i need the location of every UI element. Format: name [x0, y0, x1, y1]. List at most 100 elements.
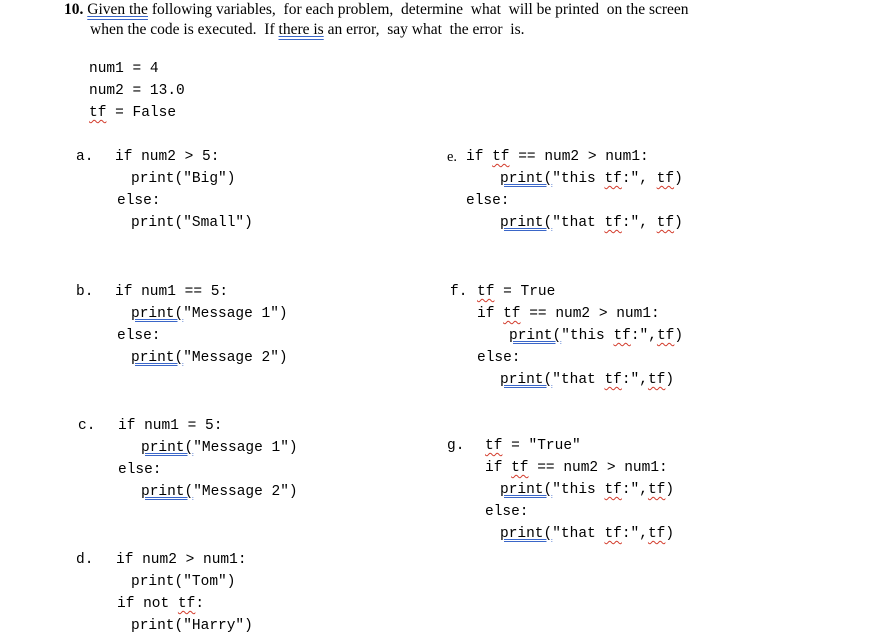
problem-label-f: f.: [450, 284, 468, 300]
variable-value: = False: [106, 105, 177, 121]
code-line: print("Tom"): [131, 574, 236, 590]
grammar-flagged-text: print(: [500, 171, 553, 187]
code-line: print("this tf:",tf): [509, 325, 683, 347]
code-text: ): [674, 215, 683, 231]
variable-num1: num1 = 4: [89, 61, 159, 77]
code-line: print("that tf:", tf): [500, 212, 683, 234]
code-line: print("Message 1"): [131, 303, 288, 325]
grammar-flagged-text: print(: [500, 372, 553, 388]
code-text: :",: [630, 328, 657, 344]
code-text: :",: [621, 372, 648, 388]
spellcheck-word: tf: [604, 215, 622, 231]
code-line: if tf == num2 > num1:: [477, 303, 660, 325]
grammar-flagged-text: there is: [278, 21, 324, 38]
code-text: "that: [552, 526, 605, 542]
code-line: if num2 > num1:: [116, 552, 247, 568]
code-text: if: [466, 149, 493, 165]
question-text: an error, say what the error is.: [323, 21, 525, 38]
spellcheck-word: tf: [492, 149, 510, 165]
code-text: ): [665, 482, 675, 498]
question-line-2: when the code is executed. If there is a…: [90, 21, 525, 39]
code-text: "Message 2"): [183, 350, 288, 366]
problem-label-e: e.: [447, 149, 458, 165]
grammar-flagged-text: print(: [500, 482, 553, 498]
problem-label-b: b.: [76, 284, 94, 300]
spellcheck-word: tf: [647, 526, 666, 542]
grammar-flagged-text: print(: [500, 215, 553, 231]
code-text: if not: [117, 596, 178, 612]
question-text: following variables, for each problem, d…: [147, 1, 689, 18]
spellcheck-word: tf: [604, 526, 622, 542]
code-text: if: [477, 306, 504, 322]
variable-tf: tf = False: [89, 102, 176, 124]
question-line-1: 10. Given the following variables, for e…: [64, 1, 689, 19]
variable-num2: num2 = 13.0: [89, 83, 185, 99]
spellcheck-word: tf: [604, 482, 622, 498]
code-text: ): [665, 372, 675, 388]
code-text: :",: [621, 526, 648, 542]
code-line: print("Big"): [131, 171, 236, 187]
code-text: == num2 > num1:: [509, 149, 649, 165]
spellcheck-word: tf: [656, 215, 675, 231]
grammar-flagged-text: print(: [509, 328, 562, 344]
code-line: print("Message 2"): [141, 481, 298, 503]
problem-label-d: d.: [76, 552, 94, 568]
code-text: "that: [552, 372, 605, 388]
code-text: "this: [552, 482, 605, 498]
code-line: if num1 == 5:: [115, 284, 229, 300]
code-line: print("that tf:",tf): [500, 369, 674, 391]
code-line: else:: [466, 193, 510, 209]
spellcheck-word: tf: [656, 171, 675, 187]
code-line: print("Message 1"): [141, 437, 298, 459]
spellcheck-word: tf: [485, 438, 503, 454]
grammar-flagged-text: print(: [131, 350, 184, 366]
spellcheck-word: tf: [613, 328, 631, 344]
code-line: print("Harry"): [131, 618, 253, 634]
spellcheck-word: tf: [511, 460, 529, 476]
grammar-flagged-text: Given the: [87, 1, 148, 18]
code-line: print("Message 2"): [131, 347, 288, 369]
code-line: tf = "True": [485, 435, 581, 457]
code-text: "Message 2"): [193, 484, 298, 500]
grammar-flagged-text: print(: [131, 306, 184, 322]
question-text: when the code is executed. If: [90, 21, 279, 38]
code-line: if not tf:: [117, 593, 204, 615]
code-text: :",: [621, 482, 648, 498]
code-text: :",: [621, 171, 657, 187]
code-line: print("Small"): [131, 215, 253, 231]
problem-label-a: a.: [76, 149, 94, 165]
grammar-flagged-text: print(: [141, 440, 194, 456]
code-text: "that: [552, 215, 605, 231]
code-text: "Message 1"): [193, 440, 298, 456]
code-text: :",: [621, 215, 657, 231]
problem-label-g: g.: [447, 438, 465, 454]
code-line: if tf == num2 > num1:: [485, 457, 668, 479]
question-number: 10.: [64, 1, 84, 18]
spellcheck-word: tf: [656, 328, 675, 344]
code-line: tf = True: [477, 281, 555, 303]
code-line: else:: [117, 193, 161, 209]
code-line: print("this tf:",tf): [500, 479, 674, 501]
spellcheck-word: tf: [477, 284, 495, 300]
spellcheck-word: tf: [177, 596, 196, 612]
spellcheck-word: tf: [503, 306, 521, 322]
code-line: print("this tf:", tf): [500, 168, 683, 190]
problem-label-c: c.: [78, 418, 96, 434]
code-text: = True: [494, 284, 556, 300]
code-text: ): [674, 328, 684, 344]
spellcheck-word: tf: [604, 372, 622, 388]
code-line: if num2 > 5:: [115, 149, 220, 165]
code-text: if: [485, 460, 512, 476]
code-text: "Message 1"): [183, 306, 288, 322]
code-line: if num1 = 5:: [118, 418, 223, 434]
spellcheck-word: tf: [647, 372, 666, 388]
spellcheck-word: tf: [604, 171, 622, 187]
code-line: else:: [485, 504, 529, 520]
spellcheck-word: tf: [647, 482, 666, 498]
code-text: ): [674, 171, 683, 187]
spellcheck-word: tf: [89, 105, 107, 121]
code-text: :: [195, 596, 205, 612]
code-text: = "True": [502, 438, 581, 454]
code-line: else:: [118, 462, 162, 478]
grammar-flagged-text: print(: [500, 526, 553, 542]
